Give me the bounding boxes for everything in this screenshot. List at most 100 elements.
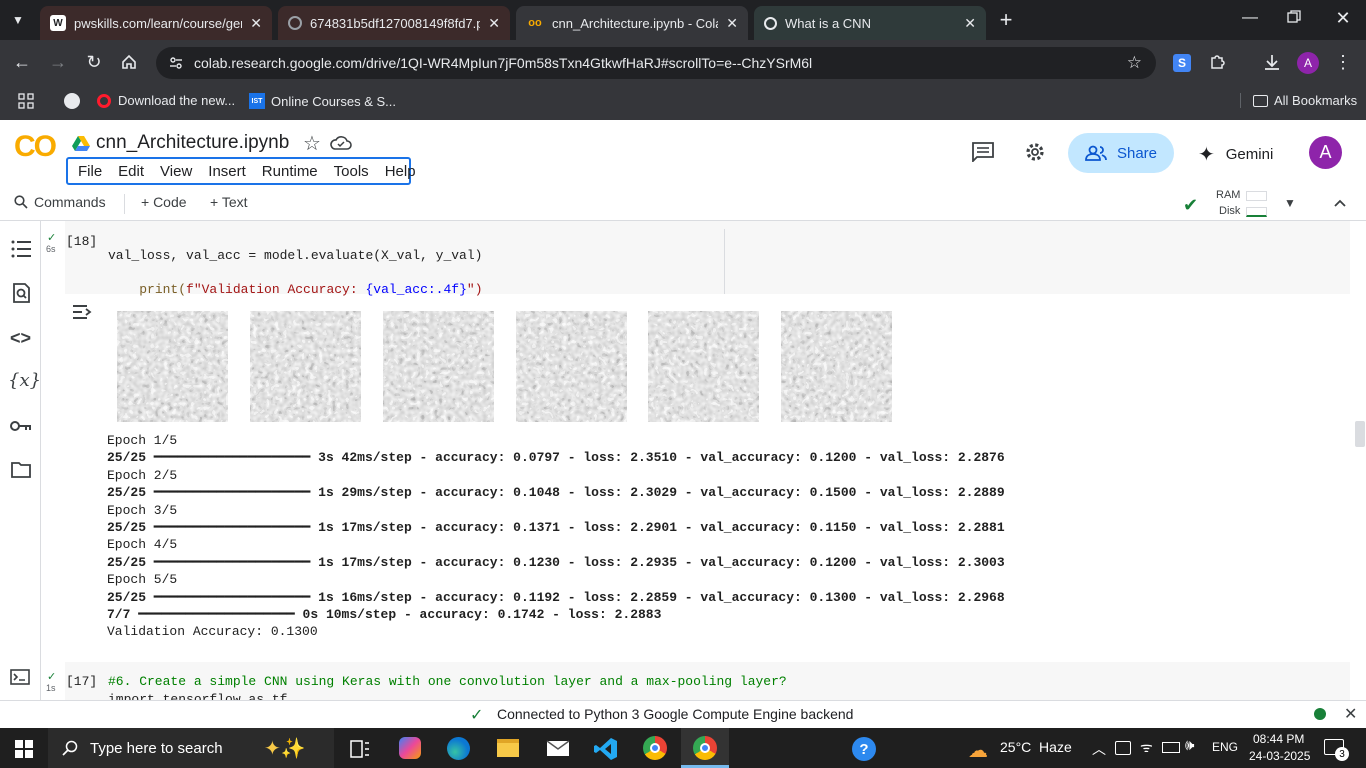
close-tab-icon[interactable]: ✕ (488, 15, 500, 32)
window-close-icon[interactable]: ✕ (1333, 8, 1353, 28)
browser-tab-colab[interactable]: oo cnn_Architecture.ipynb - Colab ✕ (516, 6, 748, 40)
copilot-icon[interactable] (399, 737, 421, 759)
chrome-active-icon[interactable] (681, 728, 729, 768)
user-avatar[interactable]: A (1309, 136, 1342, 169)
weather-text[interactable]: 25°C Haze (1000, 739, 1072, 755)
colab-icon: oo (528, 17, 542, 29)
bookmark-online-courses[interactable]: IST Online Courses & S... (249, 93, 396, 109)
runtime-dropdown-icon[interactable]: ▼ (1284, 196, 1296, 210)
bookmark-download[interactable]: Download the new... (97, 93, 235, 108)
resources-button[interactable]: RAM Disk (1216, 187, 1272, 220)
language-indicator[interactable]: ENG (1212, 740, 1238, 754)
apps-grid-icon[interactable] (18, 93, 34, 109)
run-status-check-icon: ✓ (47, 671, 57, 683)
menu-view[interactable]: View (152, 163, 200, 180)
terminal-icon[interactable] (10, 669, 30, 685)
close-status-icon[interactable]: ✕ (1344, 704, 1357, 724)
address-bar[interactable]: colab.research.google.com/drive/1QI-WR4M… (156, 47, 1156, 79)
help-icon[interactable]: ? (852, 737, 876, 761)
vscode-icon[interactable] (594, 737, 618, 761)
home-icon[interactable] (117, 50, 141, 74)
toc-icon[interactable] (11, 240, 31, 258)
extensions-puzzle-icon[interactable] (1208, 52, 1228, 72)
menu-runtime[interactable]: Runtime (254, 163, 326, 180)
menu-edit[interactable]: Edit (110, 163, 152, 180)
add-text-button[interactable]: + Text (210, 194, 248, 210)
folder-icon (1253, 94, 1268, 107)
files-folder-icon[interactable] (11, 462, 31, 478)
browser-tab-chatgpt[interactable]: What is a CNN ✕ (754, 6, 986, 40)
connection-dot (1314, 708, 1326, 720)
profile-avatar[interactable]: A (1297, 52, 1319, 74)
settings-gear-icon[interactable] (1024, 141, 1046, 163)
commands-button[interactable]: Commands (14, 194, 106, 210)
output-image-2 (250, 311, 361, 422)
windows-start-icon[interactable] (15, 740, 33, 758)
volume-icon[interactable]: 🕪 (1185, 737, 1194, 754)
close-tab-icon[interactable]: ✕ (964, 15, 976, 32)
add-code-button[interactable]: + Code (141, 194, 187, 210)
chrome-icon[interactable] (643, 736, 667, 760)
taskbar-search-box[interactable]: Type here to search ✦✨ (48, 728, 334, 768)
file-explorer-icon[interactable] (497, 739, 519, 757)
forward-icon[interactable]: → (46, 50, 70, 74)
bookmark-star-icon[interactable]: ☆ (1127, 53, 1142, 73)
colab-logo[interactable]: CO (14, 130, 57, 164)
task-view-icon[interactable] (350, 740, 370, 758)
variables-icon[interactable]: {x} (8, 370, 41, 391)
tab-search-dropdown-icon[interactable]: ▼ (8, 10, 28, 30)
notification-count-badge: 3 (1335, 747, 1349, 761)
close-tab-icon[interactable]: ✕ (250, 15, 262, 32)
menu-file[interactable]: File (70, 163, 110, 180)
scrollbar-thumb[interactable] (1355, 421, 1365, 447)
comments-icon[interactable] (972, 142, 994, 164)
wifi-icon[interactable]: ᯤ (1140, 738, 1153, 757)
all-bookmarks[interactable]: All Bookmarks (1240, 93, 1357, 108)
weather-sun-icon[interactable]: ☁ (968, 738, 988, 763)
cloud-saved-icon (330, 135, 352, 151)
tray-device-icon[interactable] (1115, 741, 1131, 755)
cell-duration: 6s (46, 244, 56, 254)
secrets-key-icon[interactable] (10, 419, 32, 431)
menu-help[interactable]: Help (377, 163, 424, 180)
output-image-4 (516, 311, 627, 422)
window-minimize-icon[interactable]: — (1240, 8, 1260, 28)
clock-time[interactable]: 08:44 PM (1253, 732, 1304, 746)
close-tab-icon[interactable]: ✕ (726, 15, 738, 32)
menu-insert[interactable]: Insert (200, 163, 254, 180)
clock-date[interactable]: 24-03-2025 (1249, 749, 1310, 763)
collapse-header-icon[interactable] (1332, 195, 1348, 211)
toolbar-divider (124, 194, 125, 214)
site-info-icon[interactable] (168, 55, 184, 71)
menu-tools[interactable]: Tools (326, 163, 377, 180)
mail-icon[interactable] (546, 740, 570, 757)
back-icon[interactable]: ← (10, 50, 34, 74)
output-image-5 (648, 311, 759, 422)
menu-bar: File Edit View Insert Runtime Tools Help (66, 157, 416, 185)
browser-tab-pdf[interactable]: 674831b5df127008149f8fd7.pd ✕ (278, 6, 510, 40)
connected-check-icon: ✔ (1183, 195, 1199, 215)
star-icon[interactable]: ☆ (303, 131, 321, 156)
window-restore-icon[interactable] (1287, 10, 1303, 26)
browser-tab-pwskills[interactable]: W pwskills.com/learn/course/gen ✕ (40, 6, 272, 40)
download-icon[interactable] (1262, 52, 1282, 72)
edge-icon[interactable] (447, 737, 470, 760)
training-output: Epoch 1/5 25/25 ━━━━━━━━━━━━━━━━━━━━ 3s … (107, 432, 1005, 641)
reload-icon[interactable]: ↻ (82, 50, 106, 74)
output-line: Epoch 3/5 (107, 502, 178, 518)
notebook-title[interactable]: cnn_Architecture.ipynb (96, 132, 289, 154)
code-snippets-icon[interactable]: <> (10, 328, 31, 349)
find-replace-icon[interactable] (11, 283, 31, 303)
gemini-button[interactable]: ✦ Gemini (1198, 142, 1273, 167)
left-sidebar: <> {x} (0, 221, 41, 700)
new-tab-button[interactable]: + (994, 7, 1018, 32)
browser-menu-icon[interactable]: ⋮ (1334, 52, 1352, 72)
battery-icon[interactable] (1162, 742, 1180, 753)
share-button[interactable]: Share (1068, 133, 1174, 173)
execution-count: [18] (66, 234, 98, 249)
disk-label: Disk (1219, 205, 1241, 217)
show-hidden-icons-chevron[interactable]: ︿ (1092, 739, 1106, 759)
globe-bookmark-icon[interactable] (64, 93, 80, 109)
extension-s-icon[interactable]: S (1173, 54, 1191, 72)
output-toggle-icon[interactable] (72, 303, 94, 321)
